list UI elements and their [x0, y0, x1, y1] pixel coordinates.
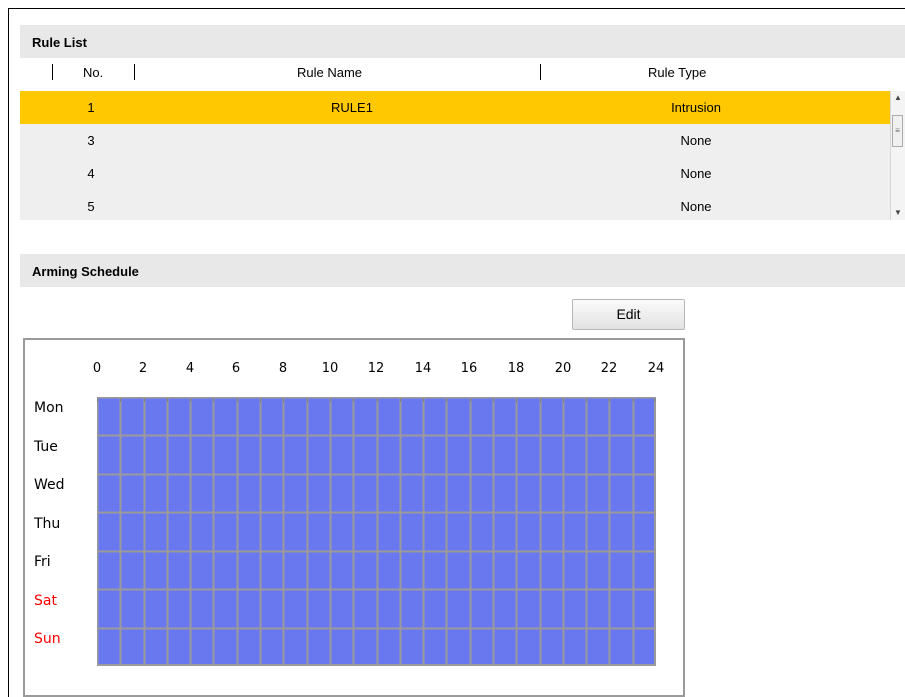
day-label-thu: Thu	[34, 516, 61, 532]
scroll-thumb[interactable]: ≡	[892, 115, 903, 147]
rule-number: 5	[87, 199, 95, 214]
schedule-grid-lines	[97, 397, 656, 666]
schedule-grid[interactable]	[97, 397, 656, 666]
day-label-sat: Sat	[34, 593, 57, 609]
column-no: No.	[83, 65, 104, 80]
day-label-tue: Tue	[34, 439, 58, 455]
hour-label: 14	[414, 361, 432, 376]
rule-type: None	[680, 166, 712, 181]
table-row[interactable]: 1 RULE1 Intrusion	[20, 91, 890, 124]
hour-label: 24	[647, 361, 665, 376]
rule-name: RULE1	[331, 100, 373, 115]
rule-number: 4	[87, 166, 95, 181]
hour-label: 12	[367, 361, 385, 376]
arming-schedule-header: Arming Schedule	[20, 254, 905, 287]
scroll-up-icon[interactable]: ▲	[891, 91, 905, 105]
hour-label: 6	[231, 361, 241, 376]
hour-label: 2	[138, 361, 148, 376]
table-row[interactable]: 4 None	[20, 157, 890, 190]
column-separator	[52, 64, 53, 80]
rule-type: None	[680, 133, 712, 148]
column-separator	[540, 64, 541, 80]
day-label-mon: Mon	[34, 400, 64, 416]
table-row[interactable]: 5 None	[20, 190, 890, 220]
day-label-wed: Wed	[34, 477, 65, 493]
column-separator	[134, 64, 135, 80]
day-label-fri: Fri	[34, 554, 51, 570]
table-scrollbar[interactable]: ▲ ≡ ▼	[890, 91, 905, 220]
hour-label: 0	[92, 361, 102, 376]
scroll-down-icon[interactable]: ▼	[891, 206, 905, 220]
rule-list-title: Rule List	[32, 35, 87, 50]
rule-type: None	[680, 199, 712, 214]
hour-label: 10	[321, 361, 339, 376]
arming-schedule-title: Arming Schedule	[32, 264, 139, 279]
day-label-sun: Sun	[34, 631, 61, 647]
column-rule-type: Rule Type	[648, 65, 707, 80]
rule-number: 1	[87, 100, 95, 115]
rule-table-body: 1 RULE1 Intrusion 3 None 4 None 5 None ▲…	[20, 91, 905, 220]
column-rule-name: Rule Name	[297, 65, 363, 80]
hour-label: 16	[460, 361, 478, 376]
hour-label: 18	[507, 361, 525, 376]
rule-number: 3	[87, 133, 95, 148]
hour-label: 4	[185, 361, 195, 376]
hour-label: 20	[554, 361, 572, 376]
table-row[interactable]: 3 None	[20, 124, 890, 157]
hour-label: 22	[600, 361, 618, 376]
rule-type: Intrusion	[671, 100, 721, 115]
hour-label: 8	[278, 361, 288, 376]
edit-button[interactable]: Edit	[572, 299, 685, 330]
rule-list-header: Rule List	[20, 25, 905, 58]
rule-table-column-header: No. Rule Name Rule Type	[20, 58, 905, 90]
